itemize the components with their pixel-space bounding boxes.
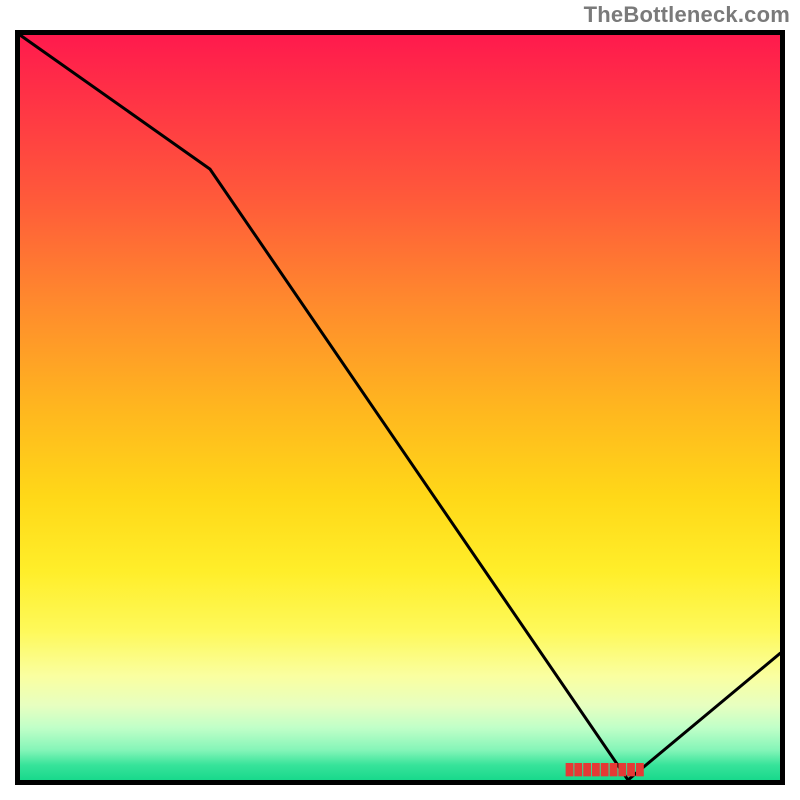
plot-frame: █████████ <box>15 30 785 785</box>
watermark-text: TheBottleneck.com <box>584 2 790 28</box>
chart-stage: TheBottleneck.com █████████ <box>0 0 800 800</box>
line-series <box>20 35 780 780</box>
x-axis-tick-label: █████████ <box>566 764 645 776</box>
series-polyline <box>20 35 780 780</box>
